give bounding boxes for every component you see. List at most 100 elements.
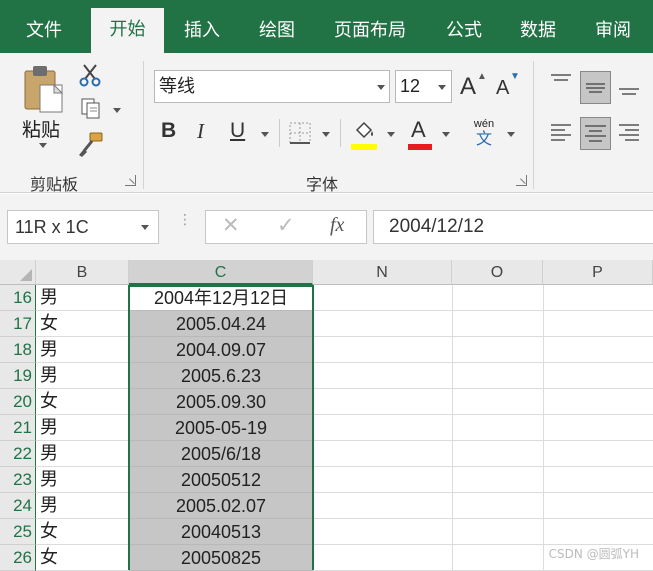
formula-bar-grip-icon[interactable]: ⋮ <box>178 212 192 236</box>
cell-b[interactable]: 男 <box>36 441 129 467</box>
cell-c[interactable]: 2005/6/18 <box>129 441 313 467</box>
cell-b[interactable]: 男 <box>36 415 129 441</box>
cell-c[interactable]: 20050512 <box>129 467 313 493</box>
ribbon-tab-bar: 文件 开始 插入 绘图 页面布局 公式 数据 审阅 <box>0 0 653 53</box>
align-top-icon[interactable] <box>549 72 573 94</box>
font-name-dropdown-icon[interactable] <box>377 85 385 90</box>
cell-b[interactable]: 男 <box>36 363 129 389</box>
gridline <box>313 336 653 337</box>
cell-b[interactable]: 女 <box>36 311 129 337</box>
formula-buttons: ✕ ✓ fx <box>205 210 367 244</box>
row-header[interactable]: 25 <box>0 519 36 545</box>
column-header-b[interactable]: B <box>36 260 129 285</box>
active-cell[interactable]: 2004年12月12日 <box>129 285 313 311</box>
copy-icon[interactable] <box>79 97 103 121</box>
watermark: CSDN @圆弧YH <box>548 547 639 561</box>
cell-c[interactable]: 2005.09.30 <box>129 389 313 415</box>
separator <box>279 119 280 147</box>
font-group-label: 字体 <box>306 175 339 194</box>
cell-b[interactable]: 女 <box>36 389 129 415</box>
column-header-o[interactable]: O <box>452 260 543 285</box>
formula-input[interactable]: 2004/12/12 <box>373 210 653 244</box>
tab-home[interactable]: 开始 <box>91 8 164 53</box>
align-bottom-icon[interactable] <box>617 79 641 101</box>
tab-insert[interactable]: 插入 <box>168 9 236 53</box>
align-middle-button[interactable] <box>580 71 611 104</box>
formula-bar: 11R x 1C ⋮ ✕ ✓ fx 2004/12/12 <box>0 194 653 260</box>
row-header[interactable]: 22 <box>0 441 36 467</box>
tab-formulas[interactable]: 公式 <box>430 9 498 53</box>
cell-c[interactable]: 2005.6.23 <box>129 363 313 389</box>
paste-button[interactable]: 粘贴 <box>18 63 68 148</box>
cell-c[interactable]: 2005-05-19 <box>129 415 313 441</box>
font-color-swatch <box>408 144 432 150</box>
row-header[interactable]: 17 <box>0 311 36 337</box>
column-header-n[interactable]: N <box>313 260 452 285</box>
column-header-c[interactable]: C <box>129 260 313 285</box>
paste-label: 粘贴 <box>22 119 61 141</box>
cell-b[interactable]: 男 <box>36 467 129 493</box>
cell-b[interactable]: 女 <box>36 519 129 545</box>
underline-button[interactable]: U <box>230 119 245 143</box>
cancel-icon[interactable]: ✕ <box>222 213 240 238</box>
clipboard-launcher-icon[interactable] <box>125 175 136 186</box>
cell-c[interactable]: 20040513 <box>129 519 313 545</box>
copy-dropdown-caret[interactable] <box>113 108 121 113</box>
row-header[interactable]: 20 <box>0 389 36 415</box>
column-header-p[interactable]: P <box>543 260 653 285</box>
font-color-icon[interactable]: A <box>411 117 426 143</box>
border-icon[interactable] <box>289 122 311 144</box>
row-header[interactable]: 16 <box>0 285 36 311</box>
shrink-font-icon[interactable]: A <box>496 77 509 100</box>
row-header[interactable]: 23 <box>0 467 36 493</box>
align-center-button[interactable] <box>580 117 611 150</box>
row-header[interactable]: 18 <box>0 337 36 363</box>
cell-b[interactable]: 男 <box>36 337 129 363</box>
row-header[interactable]: 19 <box>0 363 36 389</box>
group-divider <box>533 61 534 189</box>
bold-button[interactable]: B <box>161 119 176 143</box>
gridline <box>452 285 453 570</box>
font-size-field[interactable]: 12 <box>395 70 452 103</box>
cell-c[interactable]: 2005.04.24 <box>129 311 313 337</box>
gridline <box>313 440 653 441</box>
grow-font-icon[interactable]: A <box>460 73 476 101</box>
cell-b[interactable]: 男 <box>36 493 129 519</box>
format-painter-icon[interactable] <box>78 131 104 157</box>
row-header[interactable]: 21 <box>0 415 36 441</box>
font-color-dropdown-icon[interactable] <box>442 132 450 137</box>
tab-data[interactable]: 数据 <box>504 9 572 53</box>
align-right-icon[interactable] <box>617 121 641 145</box>
name-box[interactable]: 11R x 1C <box>7 210 159 244</box>
tab-page-layout[interactable]: 页面布局 <box>324 9 416 53</box>
phonetic-dropdown-icon[interactable] <box>507 132 515 137</box>
italic-button[interactable]: I <box>197 119 204 144</box>
tab-draw[interactable]: 绘图 <box>243 9 311 53</box>
cell-b[interactable]: 女 <box>36 545 129 571</box>
row-header[interactable]: 26 <box>0 545 36 571</box>
tab-review[interactable]: 审阅 <box>579 9 647 53</box>
cell-c[interactable]: 2005.02.07 <box>129 493 313 519</box>
select-all-corner[interactable] <box>0 260 36 285</box>
cell-b[interactable]: 男 <box>36 285 129 311</box>
phonetic-guide-button[interactable]: wén 文 <box>472 118 496 148</box>
gridline <box>543 285 544 570</box>
border-dropdown-icon[interactable] <box>322 132 330 137</box>
row-header[interactable]: 24 <box>0 493 36 519</box>
fill-color-dropdown-icon[interactable] <box>387 132 395 137</box>
enter-icon[interactable]: ✓ <box>277 213 295 238</box>
font-name-field[interactable]: 等线 <box>154 70 390 103</box>
cell-c[interactable]: 20050825 <box>129 545 313 571</box>
paste-dropdown-caret[interactable] <box>39 143 47 148</box>
name-box-dropdown-icon[interactable] <box>141 225 149 230</box>
cell-c[interactable]: 2004.09.07 <box>129 337 313 363</box>
align-middle-icon <box>586 83 605 93</box>
font-launcher-icon[interactable] <box>516 175 527 186</box>
underline-dropdown-icon[interactable] <box>261 132 269 137</box>
fill-color-icon[interactable] <box>351 119 377 145</box>
insert-function-icon[interactable]: fx <box>330 214 344 237</box>
cut-icon[interactable] <box>78 63 102 87</box>
tab-file[interactable]: 文件 <box>10 9 78 53</box>
align-left-icon[interactable] <box>549 121 573 145</box>
font-size-dropdown-icon[interactable] <box>438 85 446 90</box>
